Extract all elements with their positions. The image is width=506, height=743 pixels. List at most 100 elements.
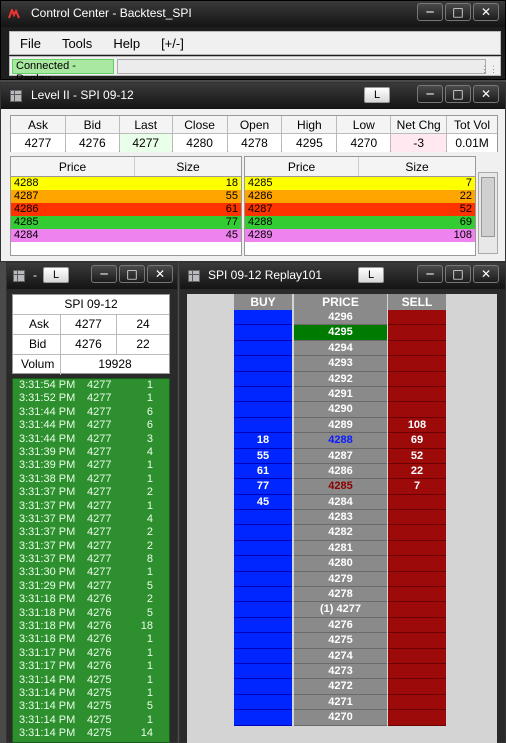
sell-cell[interactable] bbox=[388, 402, 446, 418]
buy-cell[interactable] bbox=[234, 633, 292, 649]
sell-cell[interactable] bbox=[388, 325, 446, 341]
sell-cell[interactable] bbox=[388, 510, 446, 526]
buy-cell[interactable] bbox=[234, 525, 292, 541]
sell-cell[interactable] bbox=[388, 556, 446, 572]
buy-cell[interactable] bbox=[234, 356, 292, 372]
trade-row: 3:31:37 PM 4277 8 bbox=[13, 553, 169, 566]
menu-file[interactable]: File bbox=[20, 36, 41, 51]
close-icon[interactable]: ✕ bbox=[473, 85, 499, 103]
buy-cell[interactable] bbox=[234, 617, 292, 634]
sell-cell[interactable] bbox=[388, 710, 446, 726]
minimize-icon[interactable]: ─ bbox=[417, 265, 443, 283]
buy-cell[interactable] bbox=[234, 417, 292, 434]
minimize-icon[interactable]: ─ bbox=[417, 3, 443, 21]
lock-button[interactable]: L bbox=[364, 87, 390, 103]
menu-help[interactable]: Help bbox=[113, 36, 140, 51]
time-and-sales-list[interactable]: 3:31:54 PM 4277 1 3:31:52 PM 4277 1 3:31:44 PM… bbox=[12, 378, 170, 743]
quote-col-open: Open 4278 bbox=[227, 116, 283, 152]
bids-row[interactable]: 4284 45 bbox=[11, 229, 241, 242]
bids-row[interactable]: 4286 61 bbox=[11, 203, 241, 216]
buy-cell[interactable]: 45 bbox=[234, 494, 292, 511]
bids-size: 55 bbox=[225, 190, 238, 202]
minimize-icon[interactable]: ─ bbox=[417, 85, 443, 103]
menu-toggle[interactable]: [+/-] bbox=[161, 36, 184, 51]
buy-cell[interactable] bbox=[234, 371, 292, 387]
buy-cell[interactable] bbox=[234, 540, 292, 557]
buy-cell[interactable] bbox=[234, 402, 292, 418]
bids-row[interactable]: 4285 77 bbox=[11, 216, 241, 229]
lock-button[interactable]: L bbox=[358, 267, 384, 283]
buy-cell[interactable] bbox=[234, 310, 292, 326]
maximize-icon[interactable]: □ bbox=[445, 265, 471, 283]
maximize-icon[interactable]: □ bbox=[119, 265, 145, 283]
control-center-titlebar[interactable]: Control Center - Backtest_SPI ─ □ ✕ bbox=[1, 1, 505, 27]
buy-cell[interactable]: 18 bbox=[234, 433, 292, 449]
sell-cell[interactable] bbox=[388, 633, 446, 649]
sell-cell[interactable]: 7 bbox=[388, 479, 446, 495]
buy-cell[interactable] bbox=[234, 556, 292, 572]
sell-cell[interactable]: 52 bbox=[388, 448, 446, 464]
buy-cell[interactable]: 77 bbox=[234, 479, 292, 495]
asks-row[interactable]: 4289 108 bbox=[245, 229, 475, 242]
buy-cell[interactable] bbox=[234, 325, 292, 341]
close-icon[interactable]: ✕ bbox=[473, 265, 499, 283]
sell-cell[interactable] bbox=[388, 340, 446, 357]
trade-price: 4277 bbox=[87, 445, 112, 458]
close-icon[interactable]: ✕ bbox=[473, 3, 499, 21]
buy-cell[interactable]: 61 bbox=[234, 463, 292, 480]
maximize-icon[interactable]: □ bbox=[445, 85, 471, 103]
sell-cell[interactable]: 69 bbox=[388, 433, 446, 449]
buy-cell[interactable] bbox=[234, 340, 292, 357]
sell-cell[interactable] bbox=[388, 648, 446, 664]
buy-cell[interactable] bbox=[234, 510, 292, 526]
level2-titlebar[interactable]: Level II - SPI 09-12 L ─ □ ✕ bbox=[1, 83, 505, 109]
close-icon[interactable]: ✕ bbox=[147, 265, 173, 283]
bids-size: 18 bbox=[225, 177, 238, 189]
sell-cell[interactable] bbox=[388, 494, 446, 511]
trade-row: 3:31:44 PM 4277 6 bbox=[13, 406, 169, 419]
buy-cell[interactable] bbox=[234, 571, 292, 588]
sell-cell[interactable] bbox=[388, 386, 446, 403]
sell-cell[interactable] bbox=[388, 602, 446, 618]
asks-row[interactable]: 4288 69 bbox=[245, 216, 475, 229]
buy-cell[interactable] bbox=[234, 648, 292, 664]
buy-cell[interactable] bbox=[234, 663, 292, 680]
sell-cell[interactable] bbox=[388, 540, 446, 557]
asks-row[interactable]: 4285 7 bbox=[245, 177, 475, 190]
tns-titlebar[interactable]: - L ─ □ ✕ bbox=[7, 263, 177, 289]
bids-row[interactable]: 4287 55 bbox=[11, 190, 241, 203]
asks-row[interactable]: 4287 52 bbox=[245, 203, 475, 216]
ladder-titlebar[interactable]: SPI 09-12 Replay101 L ─ □ ✕ bbox=[180, 263, 505, 289]
buy-cell[interactable] bbox=[234, 386, 292, 403]
buy-cell[interactable] bbox=[234, 587, 292, 603]
minimize-icon[interactable]: ─ bbox=[91, 265, 117, 283]
sell-cell[interactable] bbox=[388, 525, 446, 541]
sell-cell[interactable] bbox=[388, 663, 446, 680]
scroll-thumb[interactable] bbox=[481, 177, 495, 237]
buy-cell[interactable] bbox=[234, 602, 292, 618]
buy-cell[interactable]: 55 bbox=[234, 448, 292, 464]
ask-book-scrollbar[interactable] bbox=[478, 172, 498, 254]
buy-cell[interactable] bbox=[234, 710, 292, 726]
price-cell: 4292 bbox=[294, 371, 387, 387]
sell-cell[interactable] bbox=[388, 679, 446, 695]
buy-cell[interactable] bbox=[234, 679, 292, 695]
sell-cell[interactable] bbox=[388, 371, 446, 387]
menu-tools[interactable]: Tools bbox=[62, 36, 92, 51]
maximize-icon[interactable]: □ bbox=[445, 3, 471, 21]
bids-row[interactable]: 4288 18 bbox=[11, 177, 241, 190]
connection-status-badge: Connected - Replay bbox=[12, 59, 114, 79]
sell-cell[interactable] bbox=[388, 617, 446, 634]
buy-cell[interactable] bbox=[234, 694, 292, 711]
asks-row[interactable]: 4286 22 bbox=[245, 190, 475, 203]
sell-cell[interactable] bbox=[388, 694, 446, 711]
sell-cell[interactable] bbox=[388, 587, 446, 603]
sell-cell[interactable] bbox=[388, 356, 446, 372]
sell-cell[interactable]: 108 bbox=[388, 417, 446, 434]
bid-size-header: Size bbox=[176, 160, 200, 174]
sell-cell[interactable]: 22 bbox=[388, 463, 446, 480]
lock-button[interactable]: L bbox=[43, 267, 69, 283]
resize-grip-icon[interactable]: ⋮⋮ bbox=[480, 65, 498, 74]
sell-cell[interactable] bbox=[388, 571, 446, 588]
sell-cell[interactable] bbox=[388, 310, 446, 326]
